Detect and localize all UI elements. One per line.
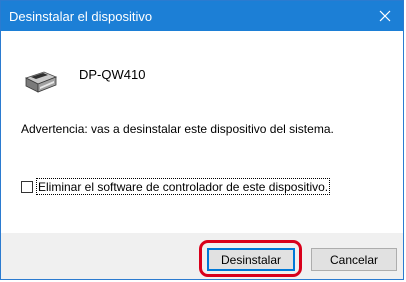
close-button[interactable] <box>367 1 403 31</box>
warning-text: Advertencia: vas a desinstalar este disp… <box>21 122 334 136</box>
device-name: DP-QW410 <box>79 67 146 82</box>
cancel-button[interactable]: Cancelar <box>311 248 397 271</box>
window-title: Desinstalar el dispositivo <box>9 9 153 24</box>
title-bar[interactable]: Desinstalar el dispositivo <box>1 1 403 31</box>
printer-icon <box>24 71 58 93</box>
close-icon <box>379 10 391 22</box>
highlight-annotation <box>199 240 302 277</box>
remove-driver-label[interactable]: Eliminar el software de controlador de e… <box>35 178 331 195</box>
uninstall-device-dialog: Desinstalar el dispositivo <box>0 0 404 280</box>
remove-driver-checkbox[interactable] <box>21 181 33 193</box>
